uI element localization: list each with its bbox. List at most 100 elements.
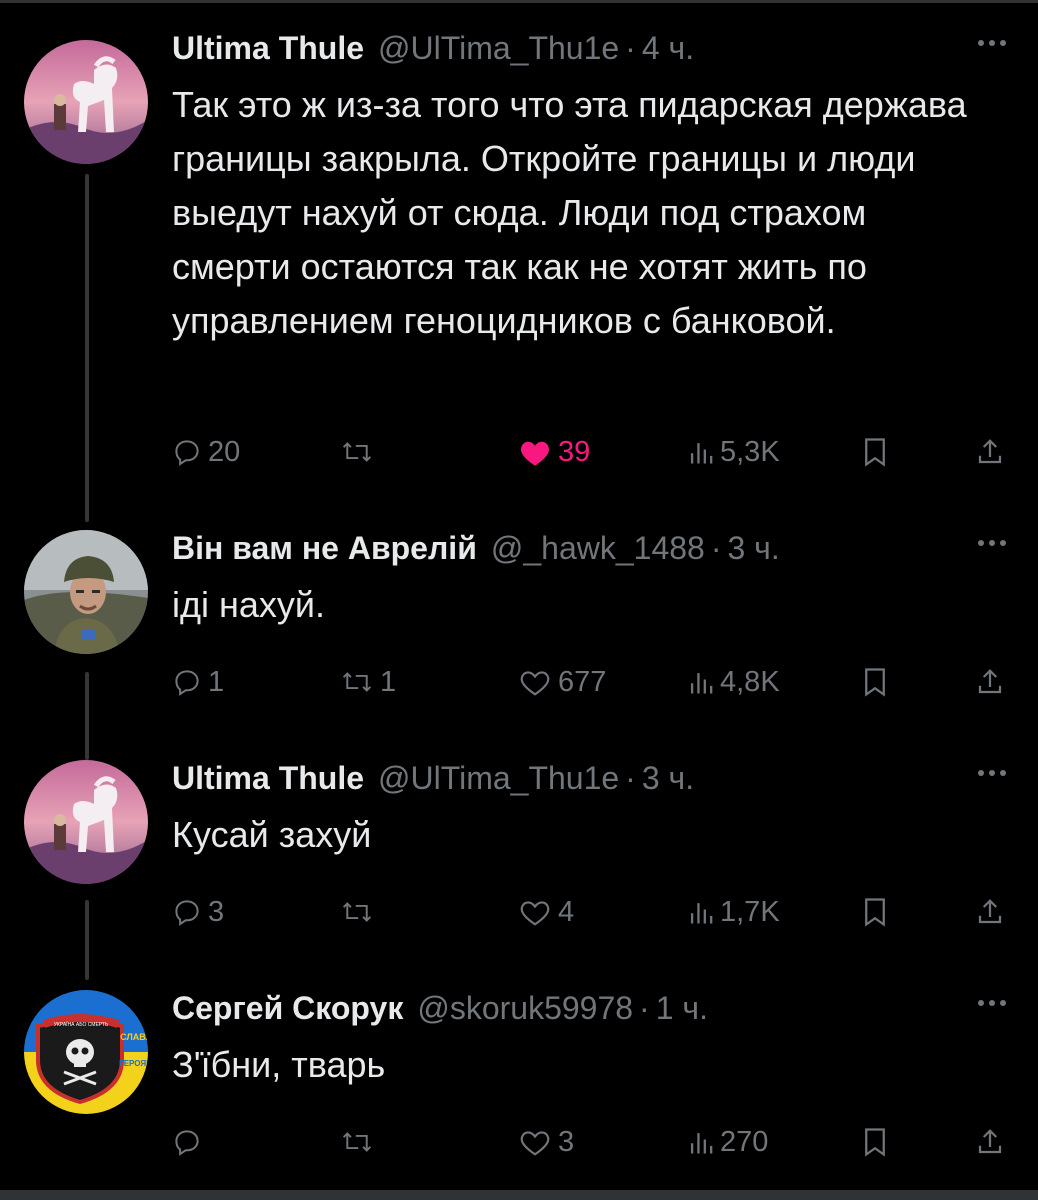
display-name[interactable]: Сергей Скорук: [172, 990, 403, 1027]
reply-icon: [175, 440, 199, 466]
tweet-4[interactable]: УКРАЇНА АБО СМЕРТЬ СЛАВА ГЕРОЯМ Сергей С…: [0, 990, 1038, 1190]
bookmark-button[interactable]: [862, 1122, 888, 1162]
separator-dot: ·: [639, 990, 650, 1026]
emblem-top-text: УКРАЇНА АБО СМЕРТЬ: [54, 1021, 109, 1028]
tweet-content: Сергей Скорук @skoruk59978 · 1 ч. З'їбни…: [172, 990, 1018, 1092]
more-options-icon[interactable]: [978, 40, 1006, 46]
action-bar: 3 4 1,7K: [0, 892, 1038, 932]
ukraine-flag-skull-emblem-icon: УКРАЇНА АБО СМЕРТЬ СЛАВА ГЕРОЯМ: [24, 990, 148, 1114]
like-count: 677: [558, 665, 607, 698]
timestamp[interactable]: 1 ч.: [656, 990, 708, 1027]
tweet-text: Кусай захуй: [172, 814, 372, 855]
repost-button[interactable]: [340, 432, 380, 472]
repost-button[interactable]: 1: [340, 662, 396, 702]
avatar-skoruk[interactable]: УКРАЇНА АБО СМЕРТЬ СЛАВА ГЕРОЯМ: [24, 990, 148, 1114]
display-name[interactable]: Він вам не Аврелій: [172, 530, 477, 567]
emblem-slava-text: СЛАВА: [120, 1032, 148, 1042]
reply-icon: [175, 1130, 199, 1156]
reply-button[interactable]: 1: [172, 662, 224, 702]
tweet-content: Ultima Thule @UlTima_Thu1e · 3 ч. Кусай …: [172, 760, 1018, 862]
share-button[interactable]: [975, 1122, 1005, 1162]
views-button[interactable]: 4,8K: [688, 662, 780, 702]
reply-button[interactable]: 3: [172, 892, 224, 932]
separator-dot: ·: [625, 30, 636, 66]
avatar-ultima-thule[interactable]: [24, 760, 148, 884]
share-button[interactable]: [975, 662, 1005, 702]
views-chart-icon: [690, 443, 713, 464]
repost-icon: [342, 902, 372, 922]
share-icon: [978, 439, 1002, 464]
share-button[interactable]: [975, 432, 1005, 472]
avatar-aurelius[interactable]: [24, 530, 148, 654]
timestamp[interactable]: 3 ч.: [727, 530, 779, 567]
reply-button[interactable]: 20: [172, 432, 240, 472]
timestamp[interactable]: 3 ч.: [642, 760, 694, 797]
user-handle[interactable]: @UlTima_Thu1e: [378, 30, 619, 67]
reply-button[interactable]: [172, 1122, 208, 1162]
emblem-heroyam-text: ГЕРОЯМ: [119, 1059, 148, 1068]
bookmark-button[interactable]: [862, 892, 888, 932]
like-button[interactable]: 39: [518, 432, 590, 472]
reply-count: 20: [208, 435, 241, 468]
reply-count: 1: [208, 665, 225, 698]
bookmark-icon: [865, 1128, 885, 1157]
reply-icon: [175, 900, 199, 926]
views-count: 1,7K: [720, 895, 780, 928]
user-handle[interactable]: @_hawk_1488: [491, 530, 705, 567]
repost-count: 1: [380, 665, 397, 698]
views-button[interactable]: 270: [688, 1122, 768, 1162]
heart-filled-icon: [521, 441, 549, 466]
tweet-text: З'їбни, тварь: [172, 1044, 386, 1085]
tweet-header: Він вам не Аврелій @_hawk_1488 · 3 ч.: [172, 530, 1018, 574]
bookmark-icon: [865, 668, 885, 697]
repost-button[interactable]: [340, 1122, 380, 1162]
views-chart-icon: [690, 903, 713, 924]
avatar-ultima-thule[interactable]: [24, 40, 148, 164]
action-bar: 20 39 5,3K: [0, 432, 1038, 472]
separator-dot: ·: [625, 760, 636, 796]
timestamp[interactable]: 4 ч.: [642, 30, 694, 67]
reply-count: 3: [208, 895, 225, 928]
user-handle[interactable]: @UlTima_Thu1e: [378, 760, 619, 797]
bookmark-button[interactable]: [862, 432, 888, 472]
like-button[interactable]: 4: [518, 892, 574, 932]
bookmark-button[interactable]: [862, 662, 888, 702]
views-count: 270: [720, 1125, 769, 1158]
like-button[interactable]: 677: [518, 662, 606, 702]
views-button[interactable]: 1,7K: [688, 892, 780, 932]
repost-icon: [342, 1132, 372, 1152]
tweet-2[interactable]: Він вам не Аврелій @_hawk_1488 · 3 ч. ід…: [0, 530, 1038, 760]
views-chart-icon: [690, 673, 713, 694]
display-name[interactable]: Ultima Thule: [172, 760, 364, 797]
top-border: [0, 0, 1038, 3]
white-horse-pink-sky-icon: [24, 40, 148, 164]
tweet-content: Він вам не Аврелій @_hawk_1488 · 3 ч. ід…: [172, 530, 1018, 632]
soldier-helmet-photo: [24, 530, 148, 654]
share-button[interactable]: [975, 892, 1005, 932]
more-options-icon[interactable]: [978, 770, 1006, 776]
display-name[interactable]: Ultima Thule: [172, 30, 364, 67]
views-count: 5,3K: [720, 435, 780, 468]
share-icon: [978, 899, 1002, 924]
more-options-icon[interactable]: [978, 1000, 1006, 1006]
tweet-header: Ultima Thule @UlTima_Thu1e · 4 ч.: [172, 30, 1018, 74]
tweet-1[interactable]: Ultima Thule @UlTima_Thu1e · 4 ч. Так эт…: [0, 30, 1038, 522]
tweet-content: Ultima Thule @UlTima_Thu1e · 4 ч. Так эт…: [172, 30, 1018, 348]
views-button[interactable]: 5,3K: [688, 432, 780, 472]
views-count: 4,8K: [720, 665, 780, 698]
bookmark-icon: [865, 438, 885, 467]
like-button[interactable]: 3: [518, 1122, 574, 1162]
white-horse-pink-sky-icon: [24, 760, 148, 884]
repost-button[interactable]: [340, 892, 380, 932]
heart-icon: [520, 671, 550, 696]
user-handle[interactable]: @skoruk59978: [417, 990, 633, 1027]
like-count: 39: [558, 435, 591, 468]
views-chart-icon: [690, 1133, 713, 1154]
tweet-3[interactable]: Ultima Thule @UlTima_Thu1e · 3 ч. Кусай …: [0, 760, 1038, 980]
separator-dot: ·: [710, 530, 722, 566]
bookmark-icon: [865, 898, 885, 927]
more-options-icon[interactable]: [978, 540, 1006, 546]
heart-icon: [520, 1131, 550, 1156]
share-icon: [978, 1129, 1002, 1154]
like-count: 4: [558, 895, 575, 928]
